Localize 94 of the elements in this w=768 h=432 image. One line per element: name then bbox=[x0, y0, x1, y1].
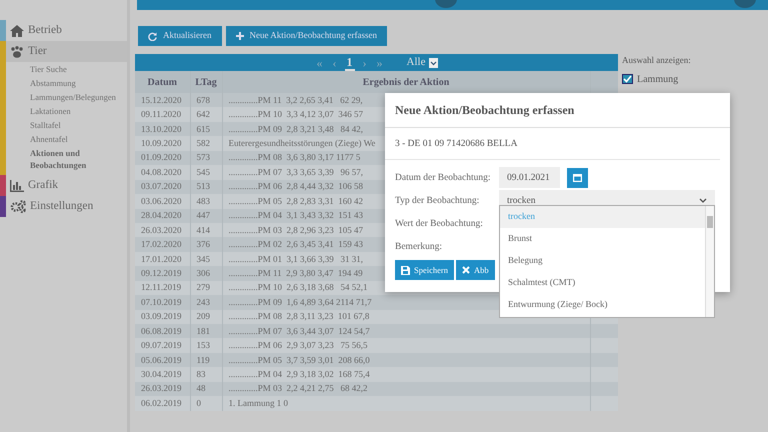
house-icon bbox=[10, 24, 24, 36]
caret-icon bbox=[429, 58, 438, 68]
paw-icon bbox=[10, 46, 24, 58]
table-cell: 06.02.2019 bbox=[135, 396, 190, 411]
table-cell: 48 bbox=[190, 382, 222, 396]
toolbar-button[interactable]: Aktualisieren bbox=[138, 26, 222, 46]
checkbox-label: Lammung bbox=[637, 72, 678, 86]
bar-chart-icon bbox=[10, 180, 24, 192]
table-cell: 13.10.2020 bbox=[135, 122, 190, 136]
table-cell: 03.09.2019 bbox=[135, 310, 190, 324]
field-label: Bemerkung: bbox=[395, 240, 443, 254]
sidebar-subitem[interactable]: Abstammung bbox=[6, 76, 127, 90]
sidebar-subitem[interactable]: Lammungen/Belegungen bbox=[6, 90, 127, 104]
table-cell: 05.06.2019 bbox=[135, 352, 190, 368]
pager-button[interactable]: » bbox=[374, 56, 385, 70]
calendar-button[interactable] bbox=[567, 168, 588, 188]
table-cell: 376 bbox=[190, 237, 222, 252]
table-cell: 483 bbox=[190, 194, 222, 208]
table-cell: 119 bbox=[190, 352, 222, 368]
calendar-icon bbox=[573, 174, 582, 182]
table-cell: 10.09.2020 bbox=[135, 136, 190, 151]
field-label: Typ der Beobachtung: bbox=[395, 194, 480, 208]
gears-icon bbox=[10, 200, 26, 213]
table-cell: 03.06.2020 bbox=[135, 194, 190, 208]
table-cell: 06.08.2019 bbox=[135, 324, 190, 338]
dropdown-option[interactable]: trocken bbox=[500, 206, 705, 228]
table-cell: 09.07.2019 bbox=[135, 338, 190, 353]
column-header: Datum bbox=[135, 71, 190, 93]
table-cell: 615 bbox=[190, 122, 222, 136]
column-header: LTag bbox=[190, 71, 222, 93]
table-cell: 345 bbox=[190, 252, 222, 266]
table-cell: 09.12.2019 bbox=[135, 266, 190, 281]
chevron-icon bbox=[699, 198, 707, 204]
date-field[interactable]: 09.01.2021 bbox=[499, 167, 560, 188]
table-cell: 209 bbox=[190, 310, 222, 324]
page-size-select[interactable]: Alle bbox=[406, 54, 438, 71]
table-cell: 678 bbox=[190, 93, 222, 108]
table-cell: .............PM 06 2,9 3,07 3,23 75 56,5 bbox=[222, 338, 590, 353]
scrollbar[interactable] bbox=[705, 206, 714, 317]
table-cell: 03.07.2020 bbox=[135, 180, 190, 194]
table-cell: 30.04.2019 bbox=[135, 367, 190, 382]
table-cell: 153 bbox=[190, 338, 222, 353]
sidebar-subitem[interactable]: Ahnentafel bbox=[6, 132, 127, 146]
table-cell: .............PM 05 3,7 3,59 3,01 208 66,0 bbox=[222, 352, 590, 368]
table-cell: 513 bbox=[190, 180, 222, 194]
sidebar-subitem[interactable]: Laktationen bbox=[6, 104, 127, 118]
table-cell: 17.02.2020 bbox=[135, 237, 190, 252]
animal-label: 3 - DE 01 09 71420686 BELLA bbox=[385, 128, 720, 160]
cancel-button[interactable]: Abb bbox=[456, 260, 495, 280]
close-icon bbox=[462, 266, 470, 274]
filter-title: Auswahl anzeigen: bbox=[622, 54, 691, 67]
table-cell: 09.11.2020 bbox=[135, 107, 190, 122]
save-icon bbox=[401, 266, 410, 275]
table-cell: 01.09.2020 bbox=[135, 150, 190, 166]
table-cell: 642 bbox=[190, 107, 222, 122]
table-cell: 447 bbox=[190, 208, 222, 223]
plus-icon bbox=[236, 32, 244, 40]
table-cell: 26.03.2019 bbox=[135, 382, 190, 396]
sidebar-item[interactable]: Tier bbox=[0, 41, 127, 62]
checkbox[interactable] bbox=[622, 74, 633, 84]
table-cell: 28.04.2020 bbox=[135, 208, 190, 223]
sidebar-subitem[interactable]: Aktionen und Beobachtungen bbox=[6, 146, 127, 172]
table-cell: 0 bbox=[190, 396, 222, 411]
table-cell: 414 bbox=[190, 222, 222, 238]
sidebar-item[interactable]: Einstellungen bbox=[0, 196, 127, 217]
table-cell: 545 bbox=[190, 165, 222, 180]
table-cell: 17.01.2020 bbox=[135, 252, 190, 266]
table-cell: 279 bbox=[190, 280, 222, 296]
table-cell: 26.03.2020 bbox=[135, 222, 190, 238]
pager-button[interactable]: « bbox=[314, 56, 325, 70]
table-cell: .............PM 03 2,2 4,21 2,75 68 42,2 bbox=[222, 382, 590, 396]
column-header: Ergebnis der Aktion bbox=[222, 71, 590, 93]
table-cell: 15.12.2020 bbox=[135, 93, 190, 108]
table-cell: 573 bbox=[190, 150, 222, 166]
table-cell: 181 bbox=[190, 324, 222, 338]
table-cell: 243 bbox=[190, 295, 222, 310]
sidebar-subitem[interactable]: Tier Suche bbox=[6, 62, 127, 76]
pager-button[interactable]: ‹ bbox=[330, 56, 339, 70]
table-cell: .............PM 04 2,9 3,18 3,02 168 75,4 bbox=[222, 367, 590, 382]
table-cell: 582 bbox=[190, 136, 222, 151]
table-cell: 83 bbox=[190, 367, 222, 382]
modal-title: Neue Aktion/Beobachtung erfassen bbox=[385, 93, 730, 128]
table-cell: 12.11.2019 bbox=[135, 280, 190, 296]
table-cell: 306 bbox=[190, 266, 222, 281]
table-cell: 04.08.2020 bbox=[135, 165, 190, 180]
table-cell: 07.10.2019 bbox=[135, 295, 190, 310]
pager-button[interactable]: › bbox=[360, 56, 369, 70]
sidebar-subitem[interactable]: Stalltafel bbox=[6, 118, 127, 132]
table-cell: 1. Lammung 1 0 bbox=[222, 396, 590, 411]
toolbar-button[interactable]: Neue Aktion/Beobachtung erfassen bbox=[226, 26, 387, 46]
table-cell: .............PM 07 3,6 3,44 3,07 124 54,7 bbox=[222, 324, 590, 338]
save-button[interactable]: Speichern bbox=[395, 260, 454, 280]
refresh-icon bbox=[148, 32, 157, 40]
sidebar-item[interactable]: Grafik bbox=[0, 175, 127, 196]
